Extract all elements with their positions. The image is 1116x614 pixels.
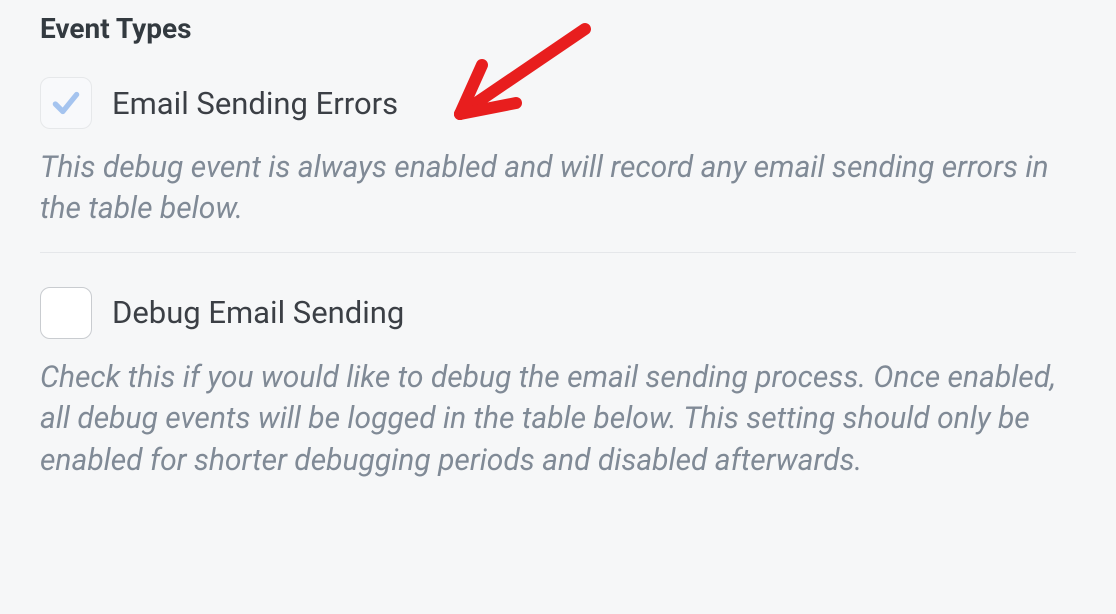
check-icon — [49, 86, 83, 120]
email-errors-checkbox[interactable] — [40, 77, 92, 129]
section-title: Event Types — [40, 12, 1076, 45]
debug-sending-description: Check this if you would like to debug th… — [40, 357, 1076, 481]
email-errors-label: Email Sending Errors — [112, 85, 398, 122]
debug-sending-label: Debug Email Sending — [112, 294, 404, 331]
debug-sending-checkbox[interactable] — [40, 287, 92, 339]
email-errors-description: This debug event is always enabled and w… — [40, 147, 1076, 230]
option-debug-sending: Debug Email Sending — [40, 287, 1076, 339]
option-divider — [40, 252, 1076, 253]
option-email-errors: Email Sending Errors — [40, 77, 1076, 129]
